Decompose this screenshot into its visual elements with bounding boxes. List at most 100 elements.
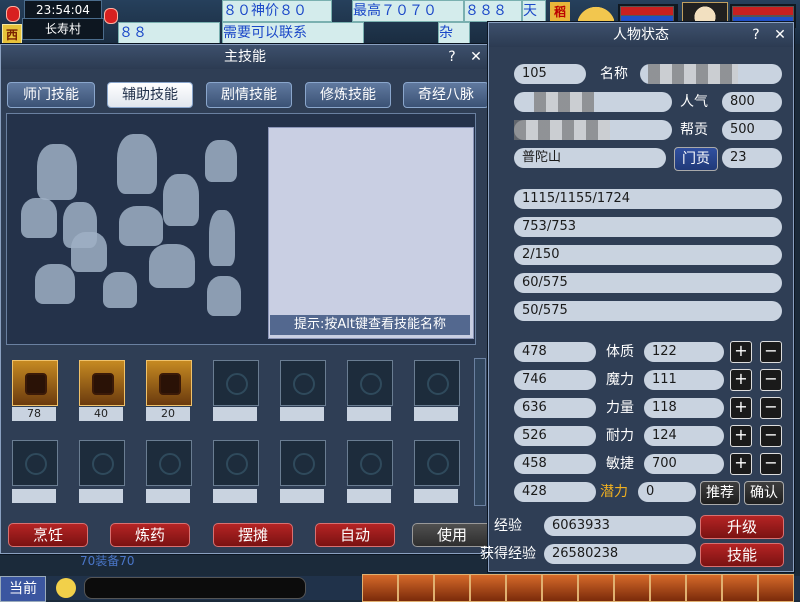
skill-slot-alchemy-icon[interactable] [79, 360, 125, 406]
skills-scrollbar[interactable] [474, 358, 486, 506]
skill-emblem-icon [92, 373, 114, 395]
potential-label: 潜力 [600, 484, 628, 500]
figure-silhouette [205, 140, 237, 182]
empty-skill-slot[interactable] [280, 440, 326, 486]
plus-button[interactable]: + [730, 397, 752, 419]
confirm-button[interactable]: 确认 [744, 481, 784, 505]
pet-icon[interactable] [506, 574, 542, 602]
plus-button[interactable]: + [730, 425, 752, 447]
mail-icon[interactable] [614, 574, 650, 602]
skill-slot-cooking-icon[interactable] [12, 360, 58, 406]
help-button[interactable]: ? [747, 25, 765, 45]
alchemy-button[interactable]: 炼药 [110, 523, 190, 547]
school-contrib-field: 23 [722, 148, 782, 168]
empty-skill-slot[interactable] [213, 360, 259, 406]
skill-level-empty [347, 407, 391, 421]
combat-stat-field: 526 [514, 426, 596, 446]
knot-icon [293, 373, 315, 395]
gift-icon[interactable] [578, 574, 614, 602]
bag-icon[interactable] [434, 574, 470, 602]
empty-skill-slot[interactable] [414, 360, 460, 406]
lantern-icon [104, 8, 118, 24]
empty-skill-slot[interactable] [12, 440, 58, 486]
skill-level-empty [213, 407, 257, 421]
censored-name [648, 64, 738, 84]
ticker-bottom: 70装备70 [80, 554, 135, 568]
levelup-button[interactable]: 升级 [700, 515, 784, 539]
knot-icon [92, 453, 114, 475]
weapon-icon[interactable] [362, 574, 398, 602]
minus-button[interactable]: − [760, 369, 782, 391]
chest-icon[interactable] [398, 574, 434, 602]
knot-icon [360, 453, 382, 475]
guild-icon[interactable] [686, 574, 722, 602]
skill-level: 78 [12, 407, 56, 421]
tab-cultivation-skills[interactable]: 修炼技能 [305, 82, 391, 108]
empty-skill-slot[interactable] [347, 360, 393, 406]
figure-silhouette [71, 232, 107, 272]
ticker-item: ８０神价８０ [222, 0, 332, 22]
skills-button[interactable]: 技能 [700, 543, 784, 567]
empty-skill-slot[interactable] [79, 440, 125, 486]
minus-button[interactable]: − [760, 397, 782, 419]
recommend-button[interactable]: 推荐 [700, 481, 740, 505]
name-label: 名称 [600, 66, 628, 82]
attr-value-magic: 111 [644, 370, 724, 390]
empty-skill-slot[interactable] [213, 440, 259, 486]
close-button[interactable]: ✕ [771, 25, 789, 45]
tab-story-skills[interactable]: 剧情技能 [206, 82, 292, 108]
skill-slot-herb-icon[interactable] [146, 360, 192, 406]
popularity-field: 800 [722, 92, 782, 112]
auto-button[interactable]: 自动 [315, 523, 395, 547]
attr-label-strength: 力量 [606, 400, 634, 416]
plus-button[interactable]: + [730, 341, 752, 363]
combat-stat-field: 428 [514, 482, 596, 502]
settings-icon[interactable] [758, 574, 794, 602]
empty-skill-slot[interactable] [146, 440, 192, 486]
stall-button[interactable]: 摆摊 [213, 523, 293, 547]
chat-input[interactable] [84, 577, 306, 599]
attr-value-endurance: 124 [644, 426, 724, 446]
tab-school-skills[interactable]: 师门技能 [7, 82, 95, 108]
friends-icon[interactable] [542, 574, 578, 602]
plus-button[interactable]: + [730, 453, 752, 475]
attr-value-agility: 700 [644, 454, 724, 474]
school-field: 普陀山 [514, 148, 666, 168]
close-button[interactable]: ✕ [467, 47, 485, 67]
empty-skill-slot[interactable] [280, 360, 326, 406]
channel-button[interactable]: 当前 [0, 576, 46, 602]
gold-badge[interactable]: 稻 [550, 2, 570, 22]
help-button[interactable]: ? [443, 47, 461, 67]
skills-window-titlebar[interactable]: 主技能 ? ✕ [1, 45, 489, 69]
school-contrib-button[interactable]: 门贡 [674, 147, 718, 171]
skill-emblem-icon [25, 373, 47, 395]
emoji-icon[interactable] [56, 578, 76, 598]
plus-button[interactable]: + [730, 369, 752, 391]
location-name[interactable]: 长寿村 [22, 18, 104, 40]
empty-skill-slot[interactable] [347, 440, 393, 486]
figure-silhouette [37, 144, 77, 200]
minus-button[interactable]: − [760, 425, 782, 447]
figure-silhouette [209, 210, 235, 266]
obtained-exp-field: 26580238 [544, 544, 696, 564]
attr-label-constitution: 体质 [606, 344, 634, 360]
skill-level: 20 [146, 407, 190, 421]
combat-stat-field: 746 [514, 370, 596, 390]
ticker-item: 杂 [438, 22, 470, 44]
system-icon[interactable] [722, 574, 758, 602]
censored-guild [514, 120, 610, 140]
levelup-exp-label: 经验 [494, 518, 522, 534]
minus-button[interactable]: − [760, 453, 782, 475]
status-window-titlebar[interactable]: 人物状态 ? ✕ [489, 23, 793, 47]
attr-label-endurance: 耐力 [606, 428, 634, 444]
ticker-item: 天 [522, 0, 546, 22]
tab-auxiliary-skills[interactable]: 辅助技能 [107, 82, 193, 108]
team-icon[interactable] [470, 574, 506, 602]
minus-button[interactable]: − [760, 341, 782, 363]
skill-level-empty [213, 489, 257, 503]
popularity-label: 人气 [680, 94, 708, 110]
quest-icon[interactable] [650, 574, 686, 602]
tab-meridians[interactable]: 奇经八脉 [403, 82, 489, 108]
empty-skill-slot[interactable] [414, 440, 460, 486]
cooking-button[interactable]: 烹饪 [8, 523, 88, 547]
